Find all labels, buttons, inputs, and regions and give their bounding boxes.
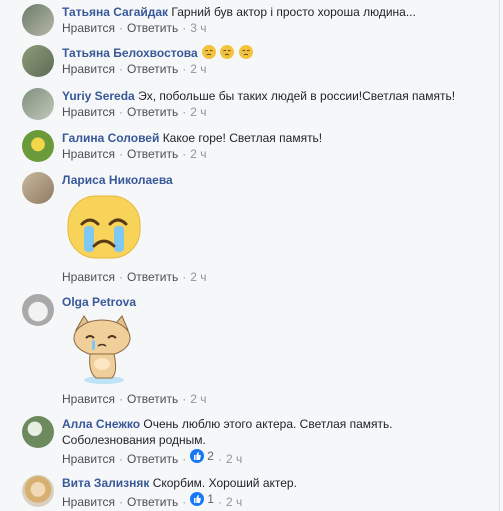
sad-cat-sticker[interactable] xyxy=(68,314,136,386)
comment-text-line2: Соболезнования родным. xyxy=(62,433,206,447)
reply-link[interactable]: Ответить xyxy=(127,62,178,76)
panel-border xyxy=(499,0,500,511)
comment-author[interactable]: Галина Соловей xyxy=(62,131,159,145)
comment-text: Эх, побольше бы таких людей в россии!Све… xyxy=(138,89,456,103)
comment-text: Гарний був актор і просто хороша людина.… xyxy=(171,5,416,19)
reaction-count[interactable]: 1 xyxy=(190,491,214,507)
crying-face-icon xyxy=(238,45,253,59)
comment-author[interactable]: Алла Снежко xyxy=(62,417,140,431)
comment-text: Очень люблю этого актера. Светлая память… xyxy=(143,417,393,431)
comment-actions: Нравится · Ответить · 2 ч xyxy=(62,147,207,161)
comment-actions: Нравится · Ответить · 2 ч xyxy=(62,270,207,284)
comment-text: Скорбим. Хороший актер. xyxy=(152,476,297,490)
reply-link[interactable]: Ответить xyxy=(127,105,178,119)
comment-author[interactable]: Вита Зализняк xyxy=(62,476,149,490)
reply-link[interactable]: Ответить xyxy=(127,392,178,406)
comment-actions: Нравится · Ответить · 1 · 2 ч xyxy=(62,491,243,509)
comment-text: Какое горе! Светлая память! xyxy=(162,131,323,145)
crying-face-icon xyxy=(202,45,217,59)
like-link[interactable]: Нравится xyxy=(62,495,115,509)
like-link[interactable]: Нравится xyxy=(62,62,115,76)
like-link[interactable]: Нравится xyxy=(62,21,115,35)
avatar[interactable] xyxy=(22,4,54,36)
reply-link[interactable]: Ответить xyxy=(127,270,178,284)
comment-time[interactable]: 2 ч xyxy=(190,270,206,284)
reaction-count-value: 2 xyxy=(207,449,214,463)
avatar[interactable] xyxy=(22,172,54,204)
avatar[interactable] xyxy=(22,88,54,120)
comment-time[interactable]: 2 ч xyxy=(226,452,242,466)
reply-link[interactable]: Ответить xyxy=(127,495,178,509)
comment-author[interactable]: Татьяна Сагайдак xyxy=(62,5,168,19)
avatar[interactable] xyxy=(22,416,54,448)
comment-time[interactable]: 2 ч xyxy=(190,105,206,119)
reaction-count-value: 1 xyxy=(207,492,214,506)
comment-author[interactable]: Лариса Николаева xyxy=(62,173,173,187)
reply-link[interactable]: Ответить xyxy=(127,21,178,35)
thumbs-up-icon xyxy=(190,492,205,506)
reply-link[interactable]: Ответить xyxy=(127,147,178,161)
comment-actions: Нравится · Ответить · 2 ч xyxy=(62,62,207,76)
like-link[interactable]: Нравится xyxy=(62,392,115,406)
thumbs-up-icon xyxy=(190,449,205,463)
like-link[interactable]: Нравится xyxy=(62,270,115,284)
comment-time[interactable]: 2 ч xyxy=(190,62,206,76)
comment-author[interactable]: Olga Petrova xyxy=(62,295,136,309)
comment-actions: Нравится · Ответить · 3 ч xyxy=(62,21,207,35)
reaction-count[interactable]: 2 xyxy=(190,448,214,464)
avatar[interactable] xyxy=(22,475,54,507)
comment-actions: Нравится · Ответить · 2 · 2 ч xyxy=(62,448,243,466)
avatar[interactable] xyxy=(22,294,54,326)
comment-actions: Нравится · Ответить · 2 ч xyxy=(62,105,207,119)
comment-time[interactable]: 2 ч xyxy=(190,392,206,406)
comment-time[interactable]: 3 ч xyxy=(190,21,206,35)
comment-time[interactable]: 2 ч xyxy=(190,147,206,161)
avatar[interactable] xyxy=(22,45,54,77)
crying-face-sticker[interactable] xyxy=(66,194,142,260)
like-link[interactable]: Нравится xyxy=(62,105,115,119)
comment-author[interactable]: Татьяна Белохвостова xyxy=(62,46,198,60)
comment-actions: Нравится · Ответить · 2 ч xyxy=(62,392,207,406)
comment-author[interactable]: Yuriy Sereda xyxy=(62,89,135,103)
like-link[interactable]: Нравится xyxy=(62,452,115,466)
comment-time[interactable]: 2 ч xyxy=(226,495,242,509)
crying-face-icon xyxy=(220,45,235,59)
reply-link[interactable]: Ответить xyxy=(127,452,178,466)
avatar[interactable] xyxy=(22,130,54,162)
like-link[interactable]: Нравится xyxy=(62,147,115,161)
